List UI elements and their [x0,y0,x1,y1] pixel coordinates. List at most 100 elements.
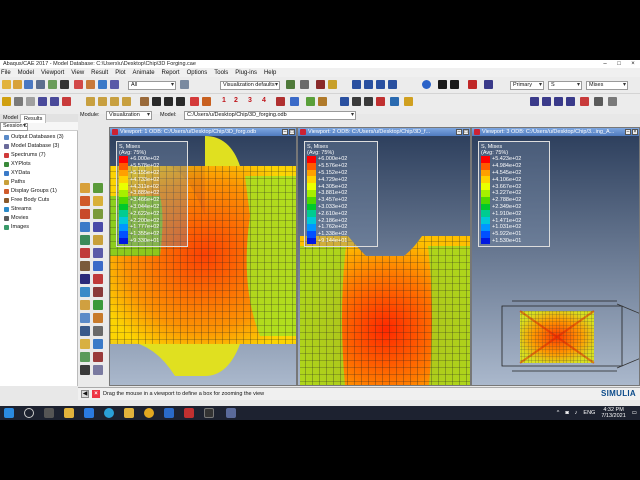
menu-file[interactable]: File [1,70,11,76]
viewport-1-button[interactable]: 1 [222,97,226,104]
viewport-4-button[interactable]: 4 [262,97,266,104]
wireframe-icon[interactable] [300,80,309,89]
viz-defaults-select[interactable]: Visualization defaults [220,81,280,90]
overlay-icon[interactable] [80,352,90,362]
pick-icon[interactable] [180,80,189,89]
minimize-button[interactable]: – [598,60,612,68]
new-file-icon[interactable] [2,80,11,89]
zoom-icon[interactable] [554,97,563,106]
rotate-icon[interactable] [86,80,95,89]
light-icon[interactable] [2,97,11,106]
cycle-icon[interactable] [580,97,589,106]
tab-results[interactable]: Results [20,114,47,123]
superimpose-icon[interactable] [93,365,103,375]
display-options-icon[interactable] [93,300,103,310]
folder-icon[interactable] [124,408,134,418]
rotate-view-icon[interactable] [542,97,551,106]
report-icon[interactable] [93,313,103,323]
annotate-icon[interactable] [376,97,385,106]
minimize-viewport-icon[interactable]: – [282,129,288,135]
perspective-icon[interactable] [14,97,23,106]
windows-start-icon[interactable] [4,408,14,418]
path-tool-icon[interactable] [93,274,103,284]
tree-streams[interactable]: Streams [4,206,31,212]
tray-up-icon[interactable]: ^ [557,410,560,416]
contour-options-icon[interactable] [80,248,90,258]
compare-icon[interactable] [93,326,103,336]
module-select[interactable]: Visualization [106,111,152,120]
fit-icon[interactable] [566,97,575,106]
magnify-icon[interactable] [98,80,107,89]
menu-options[interactable]: Options [187,70,208,76]
iso-view-icon[interactable] [86,97,95,106]
contour-icon[interactable] [306,97,315,106]
animate-icon[interactable] [340,97,349,106]
last-frame-icon[interactable] [388,80,397,89]
add-icon[interactable] [176,97,185,106]
cut-options-icon[interactable] [80,300,90,310]
tree-movies[interactable]: Movies [4,215,28,221]
tree-spectrums[interactable]: Spectrums (7) [4,152,46,158]
deform-options-icon[interactable] [93,235,103,245]
viewport-3[interactable]: Viewport: 3 ODB: C:/Users/u/Desktop/Chip… [471,127,640,386]
menu-tools[interactable]: Tools [214,70,228,76]
notifications-icon[interactable]: ▭ [632,410,637,416]
color-code-2-icon[interactable] [202,97,211,106]
edge-icon[interactable] [104,408,114,418]
color-code-icon[interactable] [190,97,199,106]
view-top-icon[interactable] [62,97,71,106]
xy-plot-icon[interactable] [80,274,90,284]
symbol-icon[interactable] [318,97,327,106]
step-icon[interactable] [450,80,459,89]
help-icon[interactable] [484,80,493,89]
plot-deformed-icon[interactable] [93,183,103,193]
create-display-group-icon[interactable] [80,339,90,349]
first-frame-icon[interactable] [352,80,361,89]
menu-viewport[interactable]: Viewport [41,70,64,76]
viewport-2-button[interactable]: 2 [234,97,238,104]
previous-frame-icon[interactable] [364,80,373,89]
session-dir-select[interactable]: Session Dir [0,122,28,131]
tree-images[interactable]: Images [4,224,29,230]
menu-view[interactable]: View [71,70,84,76]
undeformed-icon[interactable] [276,97,285,106]
plot-undeformed-icon[interactable] [80,183,90,193]
tree-xydata[interactable]: XYData [4,170,30,176]
play-icon[interactable] [438,80,447,89]
maximize-viewport-icon[interactable]: □ [289,129,295,135]
tab-model[interactable]: Model [0,114,21,122]
allow-multiple-icon[interactable] [93,209,103,219]
chrome-icon[interactable] [144,408,154,418]
back-arrow-icon[interactable]: ◀ [81,390,89,398]
result-options-icon[interactable] [93,352,103,362]
translate-icon[interactable] [530,97,539,106]
menu-model[interactable]: Model [18,70,34,76]
table-icon[interactable] [80,326,90,336]
view-manager-icon[interactable] [594,97,603,106]
xy-data-icon[interactable] [93,261,103,271]
animate-time-icon[interactable] [93,222,103,232]
options-icon[interactable] [608,97,617,106]
abaqus-taskbar-icon[interactable] [226,408,236,418]
plot-material-icon[interactable] [80,209,90,219]
search-icon[interactable] [24,408,34,418]
language-indicator[interactable]: ENG [583,410,595,416]
replace-icon[interactable] [152,97,161,106]
query-icon[interactable] [60,80,69,89]
remove-icon[interactable] [164,97,173,106]
maximize-viewport-icon[interactable]: □ [463,129,469,135]
deformed-icon[interactable] [290,97,299,106]
tree-xyplots[interactable]: XYPlots [4,161,31,167]
view-cut-icon[interactable] [93,287,103,297]
acrobat-icon[interactable] [184,408,194,418]
selection-filter-select[interactable]: All [128,81,176,90]
symbol-options-icon[interactable] [93,248,103,258]
minimize-viewport-icon[interactable]: – [625,129,631,135]
network-icon[interactable]: ◙ [565,410,568,416]
terminal-icon[interactable] [204,408,214,418]
arrow-icon[interactable] [352,97,361,106]
pan-icon[interactable] [74,80,83,89]
tree-display-groups[interactable]: Display Groups (1) [4,188,57,194]
iso-view-2-icon[interactable] [98,97,107,106]
menu-plot[interactable]: Plot [115,70,125,76]
